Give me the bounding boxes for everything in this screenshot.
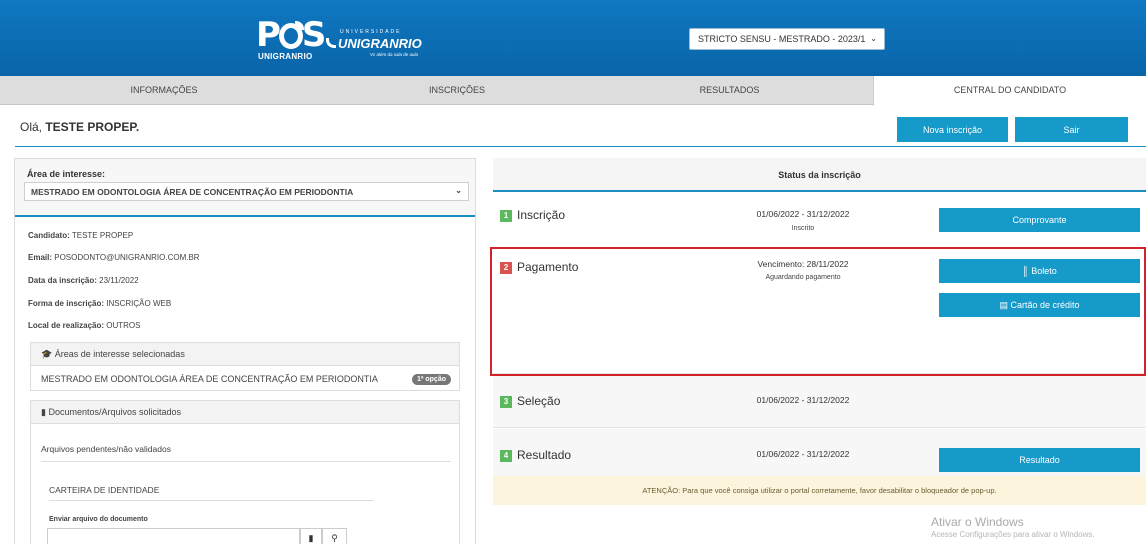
period-select[interactable]: STRICTO SENSU - MESTRADO - 2023/1 ⌄ <box>689 28 885 50</box>
search-icon[interactable]: ⚲ <box>322 528 347 544</box>
step-title: Seleção <box>517 394 561 408</box>
candidate-panel: Área de interesse: MESTRADO EM ODONTOLOG… <box>14 158 476 544</box>
document-name: CARTEIRA DE IDENTIDADE <box>49 485 160 495</box>
logout-button[interactable]: Sair <box>1015 117 1128 142</box>
area-label: Área de interesse: <box>27 169 106 179</box>
field-label: Forma de inscrição: <box>28 299 105 308</box>
area-select-value: MESTRADO EM ODONTOLOGIA ÁREA DE CONCENTR… <box>31 187 354 197</box>
documents-box-header: ▮ Documentos/Arquivos solicitados <box>31 401 459 424</box>
new-registration-button[interactable]: Nova inscrição <box>897 117 1008 142</box>
step-inscricao: 1 Inscrição 01/06/2022 - 31/12/2022 Insc… <box>493 194 1146 249</box>
payment-highlight-box <box>490 247 1146 376</box>
field-label: Candidato: <box>28 231 70 240</box>
areas-box-title: Áreas de interesse selecionadas <box>54 349 185 359</box>
step-date: 01/06/2022 - 31/12/2022 <box>756 395 850 405</box>
greeting-prefix: Olá, <box>20 120 46 134</box>
step-selecao: 3 Seleção 01/06/2022 - 31/12/2022 <box>493 375 1146 428</box>
registration-date: 23/11/2022 <box>99 276 139 285</box>
pending-files-label: Arquivos pendentes/não validados <box>41 444 171 454</box>
step-number: 3 <box>500 396 512 408</box>
areas-box: 🎓 Áreas de interesse selecionadas MESTRA… <box>30 342 460 391</box>
unigranrio-logo-text: UNIGRANRIO <box>338 36 422 51</box>
main-nav: INFORMAÇÕES INSCRIÇÕES RESULTADOS CENTRA… <box>0 76 1146 106</box>
location: OUTROS <box>106 321 141 330</box>
area-select[interactable]: MESTRADO EM ODONTOLOGIA ÁREA DE CONCENTR… <box>24 182 469 201</box>
registration-form-line: Forma de inscrição: INSCRIÇÃO WEB <box>28 299 171 308</box>
registration-date-line: Data da inscrição: 23/11/2022 <box>28 276 139 285</box>
unigranrio-logo-pre: UNIVERSIDADE <box>340 29 402 35</box>
pos-logo: PS <box>256 15 326 55</box>
receipt-button[interactable]: Comprovante <box>939 208 1140 232</box>
tab-resultados[interactable]: RESULTADOS <box>586 76 873 105</box>
windows-watermark-subtitle: Acesse Configurações para ativar o Windo… <box>931 530 1095 539</box>
candidate-email-line: Email: POSODONTO@UNIGRANRIO.COM.BR <box>28 253 200 262</box>
step-date: 01/06/2022 - 31/12/2022 <box>756 449 850 459</box>
option-badge: 1ª opção <box>411 374 451 385</box>
field-label: Email: <box>28 253 53 262</box>
step-number: 1 <box>500 210 512 222</box>
result-button[interactable]: Resultado <box>939 448 1140 472</box>
file-upload-input[interactable] <box>47 528 300 544</box>
registration-form: INSCRIÇÃO WEB <box>106 299 172 308</box>
tab-inscricoes[interactable]: INSCRIÇÕES <box>328 76 586 105</box>
step-number: 4 <box>500 450 512 462</box>
windows-watermark-title: Ativar o Windows <box>931 515 1024 529</box>
header-bar: PS UNIGRANRIO UNIVERSIDADE UNIGRANRIO Vc… <box>0 0 1146 76</box>
pos-logo-subtitle: UNIGRANRIO <box>258 52 313 61</box>
chevron-down-icon: ⌄ <box>455 186 462 195</box>
unigranrio-logo: UNIVERSIDADE UNIGRANRIO Vc além da sala … <box>326 29 422 57</box>
tab-central-do-candidato[interactable]: CENTRAL DO CANDIDATO <box>873 76 1146 106</box>
swoosh-icon <box>326 38 336 48</box>
status-title: Status da inscrição <box>493 158 1146 192</box>
step-title: Resultado <box>517 448 572 462</box>
candidate-name-line: Candidato: TESTE PROPEP <box>28 231 133 240</box>
file-icon[interactable]: ▮ <box>300 528 322 544</box>
areas-box-header: 🎓 Áreas de interesse selecionadas <box>31 343 459 366</box>
field-label: Local de realização: <box>28 321 105 330</box>
divider <box>41 461 451 462</box>
file-icon: ▮ <box>41 407 46 417</box>
upload-label: Enviar arquivo do documento <box>49 516 148 523</box>
step-date: 01/06/2022 - 31/12/2022 <box>756 209 850 219</box>
step-title: Inscrição <box>517 208 566 222</box>
greeting: Olá, TESTE PROPEP. <box>20 120 139 134</box>
graduation-cap-icon: 🎓 <box>41 349 53 359</box>
divider <box>49 500 374 501</box>
documents-box-title: Documentos/Arquivos solicitados <box>48 407 182 417</box>
user-name: TESTE PROPEP. <box>45 120 140 134</box>
period-select-value: STRICTO SENSU - MESTRADO - 2023/1 <box>698 34 866 44</box>
chevron-down-icon: ⌄ <box>870 34 877 43</box>
tab-informacoes[interactable]: INFORMAÇÕES <box>0 76 328 105</box>
candidate-name: TESTE PROPEP <box>71 231 134 240</box>
candidate-email: POSODONTO@UNIGRANRIO.COM.BR <box>54 253 200 262</box>
field-label: Data da inscrição: <box>28 276 97 285</box>
location-line: Local de realização: OUTROS <box>28 321 141 330</box>
area-header: Área de interesse: MESTRADO EM ODONTOLOG… <box>15 159 475 217</box>
unigranrio-logo-tagline: Vc além da sala de aula <box>370 52 419 57</box>
documents-box: ▮ Documentos/Arquivos solicitados Arquiv… <box>30 400 460 544</box>
selected-area: MESTRADO EM ODONTOLOGIA ÁREA DE CONCENTR… <box>41 374 378 384</box>
popup-warning: ATENÇÃO: Para que você consiga utilizar … <box>493 476 1146 505</box>
divider <box>15 146 1146 147</box>
step-status: Inscrito <box>791 225 815 232</box>
